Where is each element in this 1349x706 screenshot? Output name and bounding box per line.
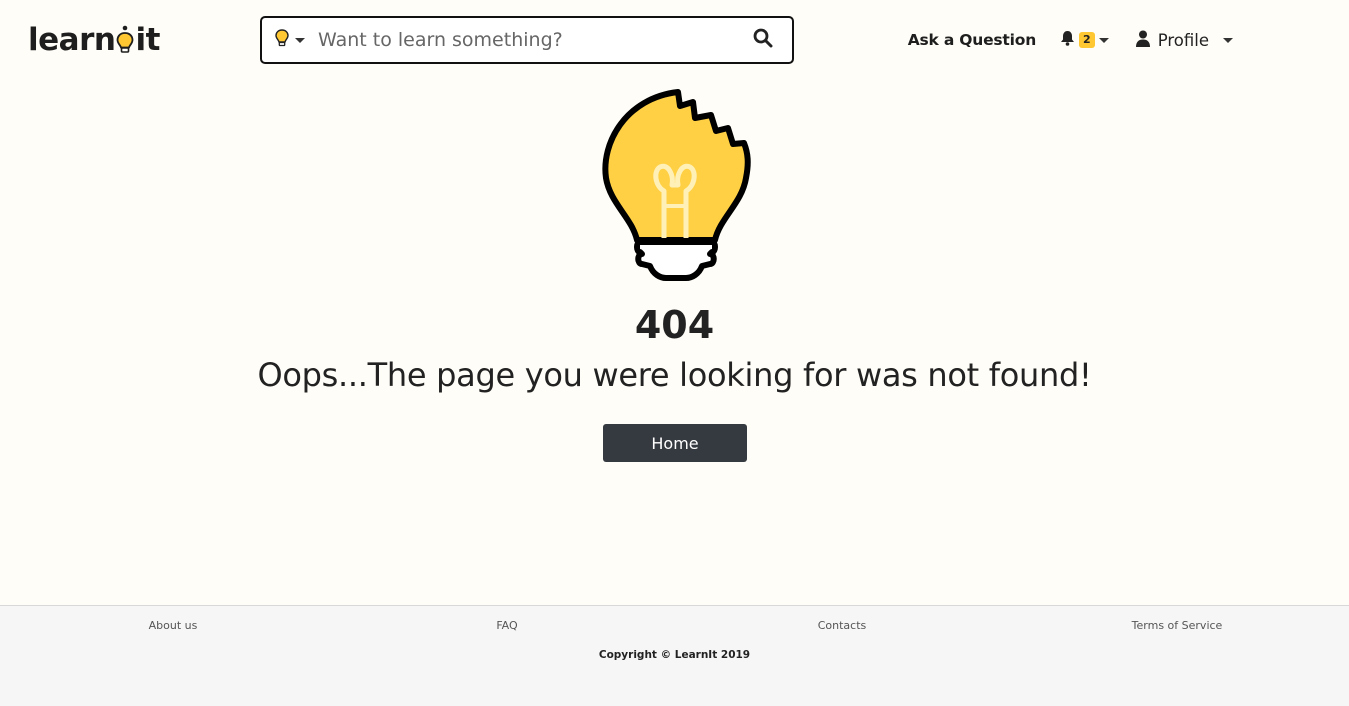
footer: About us FAQ Contacts Terms of Service C…	[0, 605, 1349, 706]
search-button[interactable]	[734, 18, 792, 62]
logo-text-suffix: it	[135, 22, 160, 58]
footer-link-about[interactable]: About us	[149, 619, 198, 632]
bell-icon	[1060, 30, 1075, 50]
user-icon	[1135, 30, 1150, 51]
footer-link-faq[interactable]: FAQ	[496, 619, 517, 632]
logo[interactable]: learn it	[28, 20, 160, 60]
profile-dropdown[interactable]: Profile	[1135, 30, 1233, 51]
lightbulb-icon	[275, 29, 289, 51]
home-button[interactable]: Home	[603, 424, 747, 462]
logo-lightbulb-icon	[116, 25, 134, 55]
search-category-dropdown[interactable]	[262, 18, 318, 62]
nav-actions: Ask a Question 2 Profile	[908, 22, 1233, 58]
logo-text-prefix: learn	[28, 22, 116, 58]
search-input[interactable]	[318, 18, 734, 62]
navbar: learn it Want to learn something? Ask a …	[0, 0, 1349, 80]
copyright-text: Copyright © LearnIt 2019	[598, 649, 751, 661]
notifications-dropdown[interactable]: 2	[1060, 30, 1109, 50]
footer-link-contacts[interactable]: Contacts	[818, 619, 867, 632]
search-bar	[260, 16, 794, 64]
chevron-down-icon	[1098, 37, 1109, 43]
ask-question-link[interactable]: Ask a Question	[908, 31, 1037, 49]
chevron-down-icon	[295, 37, 305, 43]
error-message: Oops...The page you were looking for was…	[257, 356, 1092, 394]
search-icon	[753, 28, 773, 52]
notification-count-badge: 2	[1079, 32, 1095, 48]
broken-lightbulb-icon	[598, 88, 754, 292]
footer-link-terms[interactable]: Terms of Service	[1132, 619, 1223, 632]
profile-label: Profile	[1157, 30, 1209, 50]
error-code: 404	[634, 303, 715, 347]
chevron-down-icon	[1223, 37, 1233, 43]
